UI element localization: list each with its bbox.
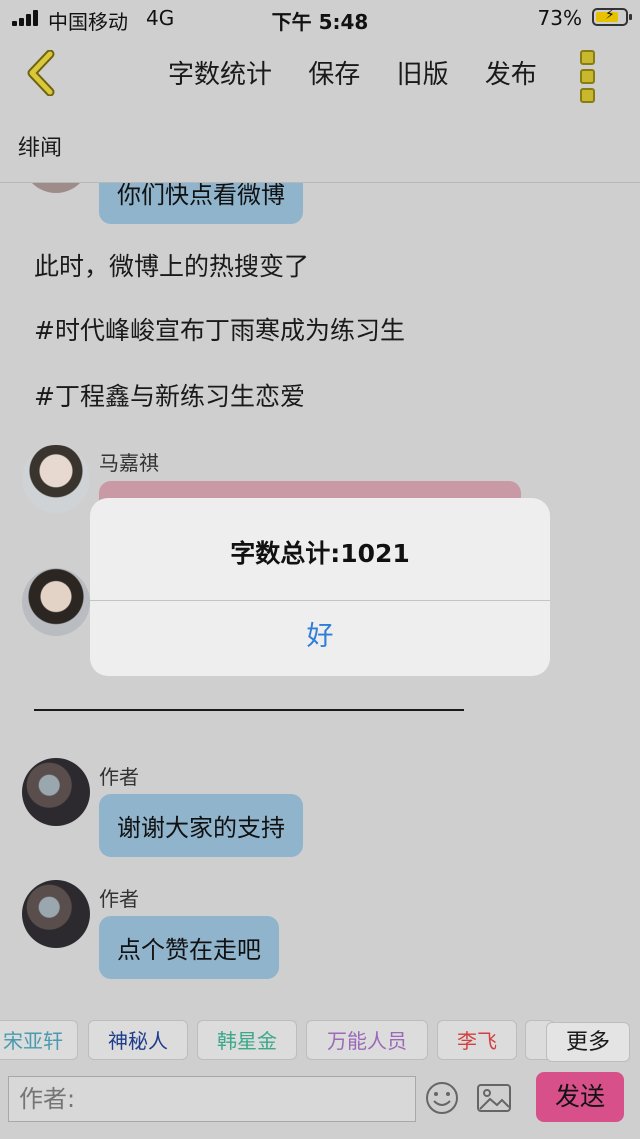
status-bar: 中国移动 4G 下午 5:48 73% ⚡ bbox=[0, 0, 640, 36]
author-name: 作者 bbox=[99, 765, 139, 789]
character-chip[interactable]: 神秘人 bbox=[88, 1020, 188, 1060]
emoji-icon[interactable] bbox=[424, 1080, 460, 1116]
nav-bar: 字数统计 保存 旧版 发布 bbox=[0, 36, 640, 112]
narration-line[interactable]: #丁程鑫与新练习生恋爱 bbox=[34, 377, 305, 413]
character-chip[interactable]: 李飞 bbox=[437, 1020, 517, 1060]
message-bubble[interactable]: 谢谢大家的支持 bbox=[99, 794, 303, 857]
message-bubble[interactable]: 点个赞在走吧 bbox=[99, 916, 279, 979]
old-version-button[interactable]: 旧版 bbox=[397, 60, 449, 90]
publish-button[interactable]: 发布 bbox=[485, 60, 537, 90]
story-title: 绯闻 bbox=[18, 136, 63, 161]
character-chip[interactable]: 韩星金 bbox=[197, 1020, 297, 1060]
send-button[interactable]: 发送 bbox=[536, 1072, 624, 1122]
avatar[interactable] bbox=[22, 568, 90, 636]
chevron-left-icon[interactable] bbox=[18, 50, 64, 96]
avatar[interactable] bbox=[22, 445, 90, 513]
vertical-dots-icon[interactable] bbox=[580, 50, 600, 103]
speaker-name: 马嘉祺 bbox=[99, 451, 159, 475]
battery-percent: 73% bbox=[537, 6, 582, 30]
battery-icon: ⚡ bbox=[592, 7, 632, 26]
author-avatar[interactable] bbox=[22, 758, 90, 826]
character-chip[interactable]: 宋亚轩 bbox=[0, 1020, 78, 1060]
message-input[interactable] bbox=[8, 1076, 416, 1122]
alert-message: 字数总计:1021 bbox=[230, 539, 410, 568]
more-characters-button[interactable]: 更多 bbox=[546, 1022, 630, 1062]
character-chip-bar: 宋亚轩 神秘人 韩星金 万能人员 李飞 更多 bbox=[0, 1012, 640, 1068]
author-name: 作者 bbox=[99, 887, 139, 911]
separator-line bbox=[34, 709, 464, 711]
narration-line[interactable]: #时代峰峻宣布丁雨寒成为练习生 bbox=[34, 311, 405, 347]
word-count-alert: 字数总计:1021 好 bbox=[90, 498, 550, 676]
save-button[interactable]: 保存 bbox=[308, 60, 360, 90]
message-bubble[interactable]: 你们快点看微博 bbox=[99, 183, 303, 224]
character-chip[interactable]: 万能人员 bbox=[306, 1020, 428, 1060]
narration-line[interactable]: 此时，微博上的热搜变了 bbox=[34, 247, 309, 283]
composer: 发送 bbox=[0, 1068, 640, 1139]
word-count-button[interactable]: 字数统计 bbox=[168, 60, 272, 90]
image-icon[interactable] bbox=[476, 1082, 512, 1114]
ok-button[interactable]: 好 bbox=[90, 601, 550, 676]
author-avatar[interactable] bbox=[22, 880, 90, 948]
avatar[interactable] bbox=[22, 183, 90, 193]
